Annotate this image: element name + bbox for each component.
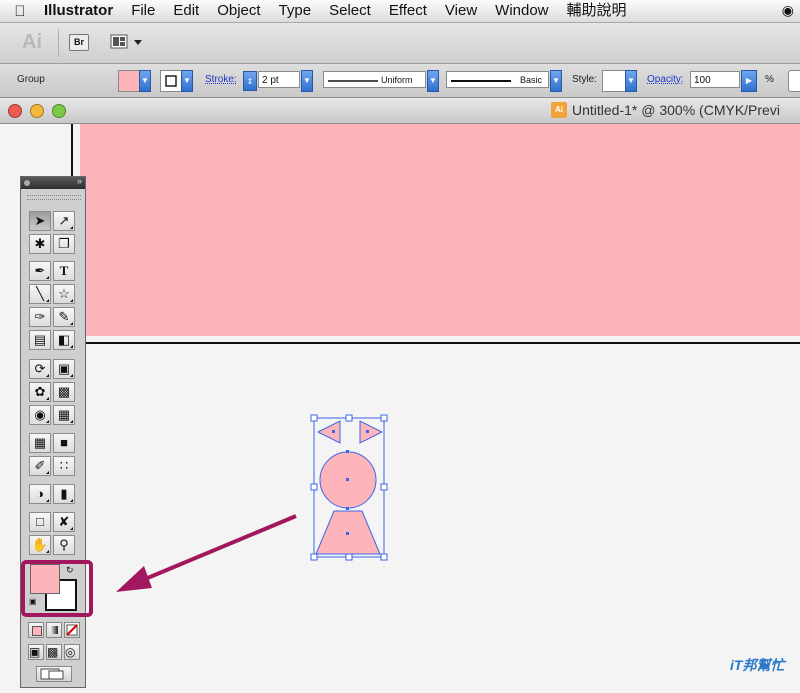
eraser-tool[interactable]: ◧ xyxy=(53,330,75,350)
gradient-tool[interactable]: ■ xyxy=(53,433,75,453)
artboard-edge-bottom xyxy=(73,342,800,344)
control-panel: Group ▼ ▼ Stroke: ⇕ 2 pt ▼ Uniform ▼ Bas… xyxy=(0,64,800,98)
stroke-label[interactable]: Stroke: xyxy=(205,74,237,85)
blob-brush-tool[interactable]: ▤ xyxy=(29,330,51,350)
free-transform-tool[interactable]: ▩ xyxy=(53,382,75,402)
hand-tool[interactable]: ✋ xyxy=(29,535,51,555)
panel-close-icon[interactable] xyxy=(24,180,30,186)
menu-effect[interactable]: Effect xyxy=(380,0,436,22)
close-window-button[interactable] xyxy=(8,104,22,118)
tools-panel-titlebar[interactable]: » xyxy=(21,176,85,189)
fill-color-swatch[interactable] xyxy=(118,70,140,92)
blend-tool[interactable]: ∷ xyxy=(53,456,75,476)
brush-definition[interactable]: Basic xyxy=(446,71,549,88)
screen-mode-button[interactable] xyxy=(36,666,72,682)
none-mode-button[interactable] xyxy=(64,622,80,638)
zoom-window-button[interactable] xyxy=(52,104,66,118)
slice-tool[interactable]: ✘ xyxy=(53,512,75,532)
arrange-documents-button[interactable] xyxy=(110,33,146,51)
graphic-style-swatch[interactable] xyxy=(602,70,626,92)
menu-bar:  Illustrator File Edit Object Type Sele… xyxy=(0,0,800,23)
minimize-window-button[interactable] xyxy=(30,104,44,118)
direct-selection-tool[interactable]: ↗ xyxy=(53,211,75,231)
symbol-sprayer-tool[interactable]: ◑ xyxy=(29,484,51,504)
style-label: Style: xyxy=(572,74,598,85)
bridge-button[interactable]: Br xyxy=(69,34,89,51)
application-bar: Ai Br xyxy=(0,23,800,64)
document-title-bar: Ai Untitled-1* @ 300% (CMYK/Previ xyxy=(0,98,800,124)
selection-tool[interactable]: ➤ xyxy=(29,211,51,231)
recolor-button[interactable] xyxy=(788,70,800,92)
percent-label: % xyxy=(765,74,774,85)
menu-help[interactable]: 輔助說明 xyxy=(558,0,636,22)
illustrator-logo: Ai xyxy=(22,31,42,53)
draw-behind-button[interactable]: ▩ xyxy=(46,644,62,660)
panel-grip[interactable] xyxy=(27,195,81,200)
shape-builder-tool[interactable]: ◉ xyxy=(29,405,51,425)
magic-wand-tool[interactable]: ✱ xyxy=(29,234,51,254)
pen-tool[interactable]: ✒ xyxy=(29,261,51,281)
variable-width-profile[interactable]: Uniform xyxy=(323,71,426,88)
panel-collapse-icon[interactable]: » xyxy=(77,176,82,186)
fill-dropdown-icon[interactable]: ▼ xyxy=(139,70,151,92)
line-segment-tool[interactable]: ╲ xyxy=(29,284,51,304)
star-tool[interactable]: ☆ xyxy=(53,284,75,304)
draw-inside-button[interactable]: ◎ xyxy=(64,644,80,660)
canvas-area[interactable]: iT邦幫忙 xyxy=(0,124,800,693)
stroke-dropdown-icon[interactable]: ▼ xyxy=(181,70,193,92)
brush-dropdown-icon[interactable]: ▼ xyxy=(550,70,562,92)
artboard-tool[interactable]: □ xyxy=(29,512,51,532)
document-title: Untitled-1* @ 300% (CMYK/Previ xyxy=(572,102,780,118)
draw-normal-button[interactable]: ▣ xyxy=(28,644,44,660)
fill-stroke-highlight-box xyxy=(21,560,93,617)
menu-illustrator[interactable]: Illustrator xyxy=(40,0,122,22)
opacity-field[interactable]: 100 xyxy=(690,71,740,88)
watermark-logo: iT邦幫忙 xyxy=(730,657,785,673)
pink-rectangle[interactable] xyxy=(80,124,800,336)
mesh-tool[interactable]: ▦ xyxy=(29,433,51,453)
width-tool[interactable]: ✿ xyxy=(29,382,51,402)
eyedropper-tool[interactable]: ✐ xyxy=(29,456,51,476)
scale-tool[interactable]: ▣ xyxy=(53,359,75,379)
stroke-weight-field[interactable]: 2 pt xyxy=(258,71,300,88)
stroke-color-swatch[interactable] xyxy=(160,70,182,92)
zoom-tool[interactable]: ⚲ xyxy=(53,535,75,555)
selection-type-label: Group xyxy=(17,74,45,85)
stroke-weight-stepper[interactable]: ⇕ xyxy=(243,71,257,91)
menu-object[interactable]: Object xyxy=(208,0,269,22)
menu-view[interactable]: View xyxy=(436,0,486,22)
paintbrush-tool[interactable]: ✑ xyxy=(29,307,51,327)
divider xyxy=(58,29,59,57)
color-mode-button[interactable] xyxy=(28,622,44,638)
status-menu-icon[interactable]: ◉ xyxy=(782,2,794,19)
profile-label: Uniform xyxy=(381,75,413,85)
right-triangle[interactable] xyxy=(360,421,382,443)
left-triangle[interactable] xyxy=(318,421,340,443)
brush-label: Basic xyxy=(520,75,543,85)
selected-group[interactable] xyxy=(300,410,400,570)
menu-select[interactable]: Select xyxy=(320,0,380,22)
pencil-tool[interactable]: ✎ xyxy=(53,307,75,327)
apple-logo-icon[interactable]:  xyxy=(0,3,40,20)
annotation-arrow xyxy=(116,514,297,592)
rotate-tool[interactable]: ⟳ xyxy=(29,359,51,379)
style-dropdown-icon[interactable]: ▼ xyxy=(625,70,637,92)
opacity-label[interactable]: Opacity: xyxy=(647,74,684,85)
menu-window[interactable]: Window xyxy=(486,0,557,22)
menu-type[interactable]: Type xyxy=(270,0,321,22)
menu-edit[interactable]: Edit xyxy=(164,0,208,22)
gradient-mode-button[interactable] xyxy=(46,622,62,638)
type-tool[interactable]: T xyxy=(53,261,75,281)
profile-dropdown-icon[interactable]: ▼ xyxy=(427,70,439,92)
stroke-weight-dropdown-icon[interactable]: ▼ xyxy=(301,70,313,92)
perspective-grid-tool[interactable]: ▦ xyxy=(53,405,75,425)
lasso-tool[interactable]: ❐ xyxy=(53,234,75,254)
menu-file[interactable]: File xyxy=(122,0,164,22)
column-graph-tool[interactable]: ▮ xyxy=(53,484,75,504)
document-icon: Ai xyxy=(551,102,567,118)
opacity-slider-icon[interactable]: ▶ xyxy=(741,70,757,92)
